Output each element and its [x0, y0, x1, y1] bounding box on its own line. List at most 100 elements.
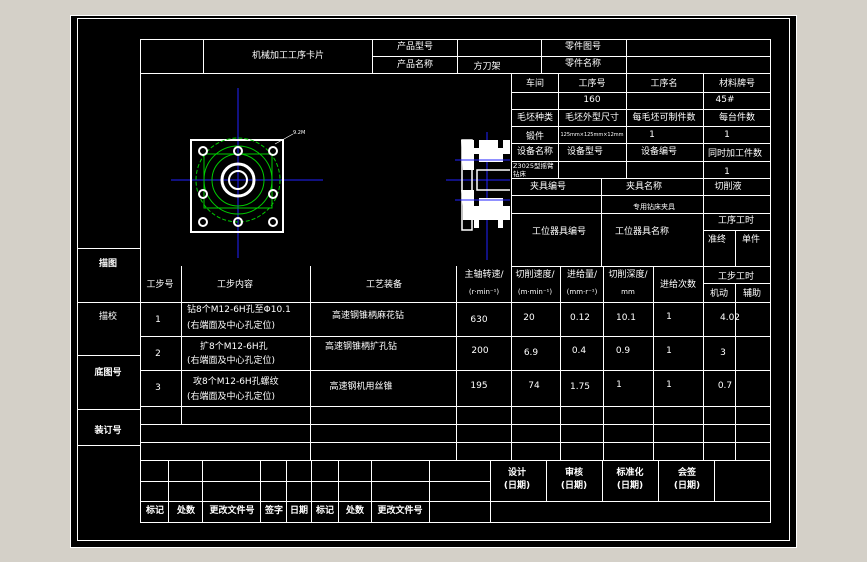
step-content-line1: 钻8个M12-6H孔至Φ10.1 — [187, 305, 291, 315]
revision-doc-no-label-2: 更改文件号 — [377, 506, 423, 516]
step-no: 2 — [155, 349, 161, 359]
countersign-label: 会签 — [677, 468, 697, 478]
revision-signature-label: 签字 — [264, 506, 284, 516]
revision-date-label: 日期 — [289, 506, 309, 516]
step-machine-time: 4.02 — [719, 313, 741, 323]
equipment-name-label: 设备名称 — [516, 147, 554, 157]
machine-time-header: 机动 — [709, 289, 729, 299]
section-view — [446, 132, 510, 260]
product-model-label: 产品型号 — [396, 42, 434, 52]
cutting-speed-header: 切削速度/ — [515, 270, 555, 280]
blank-type-label: 毛坯种类 — [516, 113, 554, 123]
front-view: 9.2M — [171, 88, 323, 258]
station-tool-no-label: 工位器具编号 — [531, 227, 587, 237]
trace-drawing-label: 描图 — [98, 259, 118, 269]
process-no-value: 160 — [583, 95, 601, 105]
process-card-sheet: 9.2M 机械加工工序卡片 产品型号 零件图号 产品名称 方刀架 零件名称 车间… — [70, 15, 797, 548]
product-name-label: 产品名称 — [396, 60, 434, 70]
drawing-note: 9.2M — [293, 130, 305, 136]
aux-time-header: 辅助 — [742, 289, 762, 299]
step-machine-time: 3 — [720, 348, 726, 358]
process-no-label: 工序号 — [578, 79, 606, 89]
step-passes: 1 — [666, 346, 672, 356]
part-drawing-no-label: 零件图号 — [564, 42, 602, 52]
step-speed: 200 — [471, 346, 489, 356]
revision-mark-label-2: 标记 — [315, 506, 335, 516]
feed-unit: (mm·r⁻¹) — [566, 288, 598, 296]
step-no: 1 — [155, 315, 161, 325]
step-cutting-speed: 20 — [523, 313, 535, 323]
revision-count-label-2: 处数 — [345, 506, 365, 516]
spindle-speed-unit: (r·min⁻¹) — [468, 288, 500, 296]
step-content-line2: (右端面及中心孔定位) — [187, 321, 276, 331]
step-no-header: 工步号 — [146, 280, 174, 290]
base-drawing-no-label: 底图号 — [94, 368, 122, 378]
step-depth: 1 — [616, 380, 622, 390]
fixture-name-label: 夹具名称 — [625, 182, 663, 192]
equipment-no-label: 设备编号 — [640, 147, 678, 157]
step-passes: 1 — [666, 312, 672, 322]
material-value: 45# — [715, 95, 735, 105]
workshop-label: 车间 — [525, 79, 545, 89]
blank-size-value: 125mm×125mm×12mm — [560, 132, 624, 138]
step-equipment: 高速钢锥柄麻花钻 — [331, 311, 405, 321]
design-date-label: (日期) — [503, 481, 531, 491]
step-cutting-speed: 6.9 — [523, 348, 539, 358]
product-name-value: 方刀架 — [473, 62, 501, 72]
unit-label: 单件 — [741, 235, 761, 245]
prep-end-label: 准终 — [707, 235, 727, 245]
coolant-label: 切削液 — [714, 182, 742, 192]
step-no: 3 — [155, 383, 161, 393]
feed-header: 进给量/ — [566, 270, 598, 280]
parts-per-machine-label: 每台件数 — [718, 113, 756, 123]
design-label: 设计 — [507, 468, 527, 478]
step-cutting-speed: 74 — [528, 381, 540, 391]
spindle-speed-header: 主轴转速/ — [464, 270, 504, 280]
process-time-label: 工序工时 — [717, 216, 755, 226]
station-tool-name-label: 工位器具名称 — [614, 227, 670, 237]
parts-per-blank-label: 每毛坯可制件数 — [632, 113, 696, 123]
depth-unit: mm — [621, 288, 635, 296]
binding-no-label: 装订号 — [94, 426, 122, 436]
step-machine-time: 0.7 — [717, 381, 733, 391]
process-name-label: 工序名 — [650, 79, 678, 89]
fixture-no-label: 夹具编号 — [529, 182, 567, 192]
simultaneous-value: 1 — [724, 167, 730, 177]
standardize-date-label: (日期) — [616, 481, 644, 491]
step-feed: 0.4 — [571, 346, 587, 356]
equipment-model-label: 设备型号 — [566, 147, 604, 157]
parts-per-machine-value: 1 — [724, 130, 730, 140]
review-label: 审核 — [564, 468, 584, 478]
step-feed: 1.75 — [569, 382, 591, 392]
step-content-line1: 攻8个M12-6H孔螺纹 — [193, 377, 279, 387]
step-depth: 10.1 — [615, 313, 637, 323]
step-content-line1: 扩8个M12-6H孔 — [200, 342, 268, 352]
simultaneous-label: 同时加工件数 — [707, 149, 763, 159]
part-name-label: 零件名称 — [564, 59, 602, 69]
revision-mark-label: 标记 — [145, 506, 165, 516]
step-content-line2: (右端面及中心孔定位) — [187, 356, 276, 366]
parts-per-blank-value: 1 — [649, 130, 655, 140]
review-date-label: (日期) — [560, 481, 588, 491]
revision-count-label: 处数 — [176, 506, 196, 516]
revision-doc-no-label: 更改文件号 — [209, 506, 255, 516]
part-drawing: 9.2M — [171, 88, 510, 260]
step-speed: 195 — [470, 381, 488, 391]
fixture-name-value: 专用钻床夹具 — [633, 203, 675, 211]
step-equipment: 高速钢机用丝锥 — [329, 382, 393, 392]
card-title: 机械加工工序卡片 — [251, 51, 325, 61]
step-content-header: 工步内容 — [216, 280, 254, 290]
equipment-name-value: Z3025型摇臂钻床 — [513, 162, 554, 178]
step-speed: 630 — [470, 315, 488, 325]
trace-check-label: 描校 — [98, 312, 118, 322]
passes-header: 进给次数 — [659, 280, 697, 290]
step-content-line2: (右端面及中心孔定位) — [187, 392, 276, 402]
step-depth: 0.9 — [615, 346, 631, 356]
step-feed: 0.12 — [569, 313, 591, 323]
material-label: 材料牌号 — [718, 79, 756, 89]
countersign-date-label: (日期) — [673, 481, 701, 491]
cutting-speed-unit: (m·min⁻¹) — [517, 288, 553, 296]
step-time-header: 工步工时 — [717, 272, 755, 282]
depth-header: 切削深度/ — [608, 270, 648, 280]
step-equipment: 高速钢锥柄扩孔钻 — [324, 342, 398, 352]
